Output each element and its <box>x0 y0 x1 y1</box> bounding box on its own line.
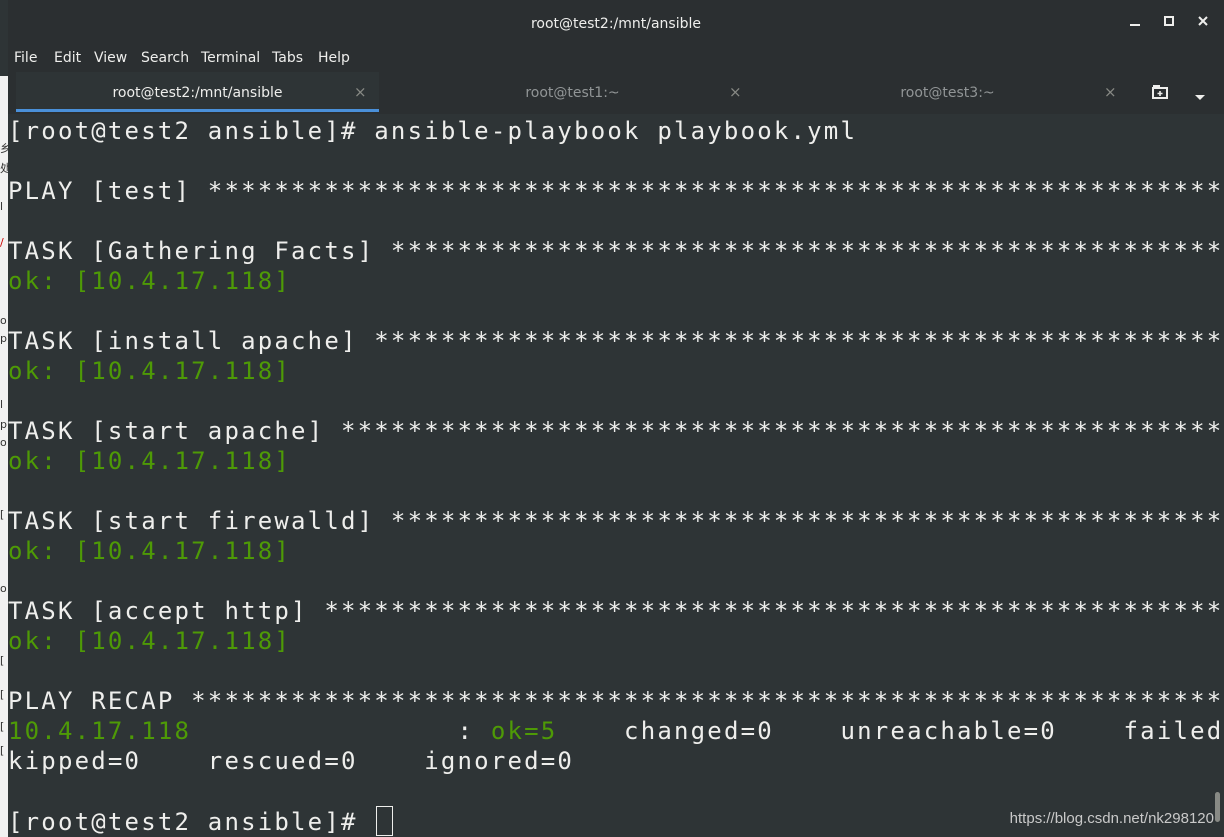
task-result: ok: [10.4.17.118] <box>8 447 292 475</box>
recap-wrap-line: kipped=0 rescued=0 ignored=0 <box>8 747 575 775</box>
task-result: ok: [10.4.17.118] <box>8 537 292 565</box>
tab-close-icon[interactable]: × <box>1104 83 1117 101</box>
text-cursor <box>376 806 394 836</box>
tab-bar: root@test2:/mnt/ansible × root@test1:~ ×… <box>8 72 1224 114</box>
tab-root-test3[interactable]: root@test3:~ × <box>766 72 1129 112</box>
task-header: TASK [accept http] *********************… <box>8 597 1224 625</box>
menu-help[interactable]: Help <box>318 50 350 66</box>
scrollbar-thumb[interactable] <box>1215 792 1220 822</box>
maximize-icon <box>1164 16 1174 26</box>
shell-prompt: [root@test2 ansible]# <box>8 808 375 836</box>
tab-close-icon[interactable]: × <box>729 83 742 101</box>
chevron-down-icon <box>1195 95 1205 100</box>
tab-label: root@test2:/mnt/ansible <box>112 85 283 101</box>
task-header: TASK [start firewalld] *****************… <box>8 507 1224 535</box>
recap-rest: changed=0 unreachable=0 failed=0 s <box>624 717 1224 745</box>
title-bar: root@test2:/mnt/ansible <box>8 0 1224 46</box>
watermark: https://blog.csdn.net/nk298120 <box>1009 810 1214 827</box>
tab-root-test1[interactable]: root@test1:~ × <box>391 72 754 112</box>
recap-line: 10.4.17.118 : ok=5 changed=0 unreachable… <box>8 716 1224 746</box>
minimize-icon <box>1130 24 1140 26</box>
terminal-window: root@test2:/mnt/ansible File Edit View S… <box>8 0 1224 837</box>
recap-colon: : <box>191 717 491 745</box>
menu-edit[interactable]: Edit <box>54 50 81 66</box>
menu-tabs[interactable]: Tabs <box>272 50 303 66</box>
background-window-edge: 乡处l / o p lpo [o[ [[[ <box>0 76 8 837</box>
command-line: [root@test2 ansible]# ansible-playbook p… <box>8 117 858 145</box>
new-tab-button[interactable] <box>1151 84 1171 102</box>
prompt-line: [root@test2 ansible]# <box>8 806 394 836</box>
recap-header: PLAY RECAP *****************************… <box>8 687 1224 715</box>
tabs-menu-button[interactable] <box>1193 87 1209 100</box>
close-button[interactable] <box>1193 14 1213 34</box>
task-header: TASK [install apache] ******************… <box>8 327 1224 355</box>
menu-terminal[interactable]: Terminal <box>201 50 260 66</box>
menu-file[interactable]: File <box>14 50 37 66</box>
tab-close-icon[interactable]: × <box>354 83 367 101</box>
task-header: TASK [Gathering Facts] *****************… <box>8 237 1224 265</box>
task-result: ok: [10.4.17.118] <box>8 267 292 295</box>
task-result: ok: [10.4.17.118] <box>8 627 292 655</box>
close-icon <box>1198 16 1208 26</box>
recap-host: 10.4.17.118 <box>8 717 192 745</box>
new-tab-icon <box>1152 85 1168 99</box>
task-header: TASK [start apache] ********************… <box>8 417 1224 445</box>
window-title: root@test2:/mnt/ansible <box>530 16 702 32</box>
menu-bar: File Edit View Search Terminal Tabs Help <box>8 46 1224 72</box>
terminal-output[interactable]: [root@test2 ansible]# ansible-playbook p… <box>8 114 1224 837</box>
play-header: PLAY [test] ****************************… <box>8 177 1224 205</box>
tab-label: root@test1:~ <box>525 85 620 101</box>
maximize-button[interactable] <box>1159 14 1179 34</box>
menu-view[interactable]: View <box>94 50 127 66</box>
tab-root-test2[interactable]: root@test2:/mnt/ansible × <box>16 72 379 112</box>
minimize-button[interactable] <box>1125 14 1145 34</box>
tab-label: root@test3:~ <box>900 85 995 101</box>
menu-search[interactable]: Search <box>141 50 189 66</box>
active-tab-indicator <box>16 109 379 112</box>
recap-ok: ok=5 <box>490 717 558 745</box>
task-result: ok: [10.4.17.118] <box>8 357 292 385</box>
